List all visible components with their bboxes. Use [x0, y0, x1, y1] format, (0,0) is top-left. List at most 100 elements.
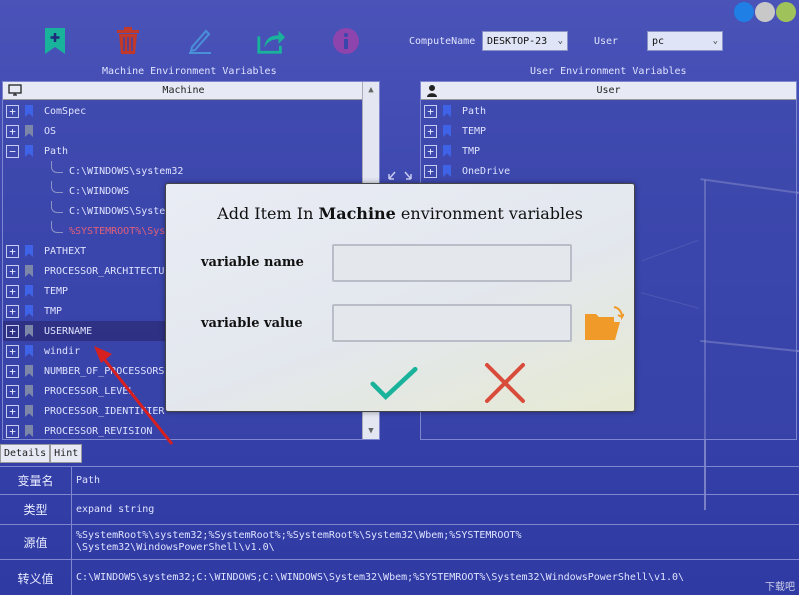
expand-icon[interactable]: + [6, 344, 19, 358]
tree-row-comspec[interactable]: + ComSpec [3, 101, 379, 121]
export-icon[interactable] [256, 26, 286, 56]
tree-row-label: USERNAME [44, 325, 93, 337]
detail-value[interactable]: C:\WINDOWS\system32;C:\WINDOWS;C:\WINDOW… [72, 560, 799, 595]
tree-connector [51, 181, 63, 193]
dialog-title: Add Item In Machine environment variable… [166, 204, 634, 223]
tab-details[interactable]: Details [0, 444, 51, 463]
details-tabs: Details Hint [0, 444, 83, 463]
expand-icon[interactable]: + [6, 424, 19, 438]
detail-row: 变量名 Path [0, 467, 799, 495]
delete-icon[interactable] [113, 26, 143, 56]
detail-key: 源值 [0, 525, 72, 559]
dialog-title-scope: Machine [318, 204, 396, 223]
detail-key: 类型 [0, 495, 72, 524]
tree-row-label: TEMP [44, 285, 69, 297]
add-bookmark-icon[interactable] [40, 26, 70, 56]
tree-row-path[interactable]: + Path [421, 101, 796, 121]
tree-row-path[interactable]: − Path [3, 141, 379, 161]
user-header-label: User [596, 85, 621, 96]
tree-row-label: Path [44, 145, 69, 157]
expand-icon[interactable]: + [424, 104, 437, 118]
watermark-logo: 下载吧 [765, 582, 795, 593]
expand-icon[interactable]: + [424, 164, 437, 178]
cancel-button[interactable] [481, 361, 529, 405]
expand-icon[interactable]: + [6, 304, 19, 318]
collapse-icon[interactable]: − [6, 144, 19, 158]
detail-key: 转义值 [0, 560, 72, 595]
bookmark-icon [25, 425, 33, 437]
scroll-down-icon[interactable]: ▼ [363, 423, 379, 439]
user-value: pc [652, 35, 665, 47]
tree-row-os[interactable]: + OS [3, 121, 379, 141]
path-entry-label: %SYSTEMROOT%\Sys [69, 225, 166, 237]
dialog-title-prefix: Add Item In [217, 204, 319, 223]
add-item-dialog: Add Item In Machine environment variable… [165, 183, 635, 412]
expand-icon[interactable]: + [6, 404, 19, 418]
expand-icon[interactable]: + [6, 284, 19, 298]
details-table: 变量名 Path 类型 expand string 源值 %SystemRoot… [0, 466, 799, 595]
expand-icon[interactable]: + [6, 264, 19, 278]
expand-icon[interactable]: + [424, 124, 437, 138]
bookmark-icon [25, 345, 33, 357]
detail-value[interactable]: expand string [72, 495, 799, 524]
machine-header-label: Machine [162, 85, 205, 96]
tree-connector [51, 201, 63, 213]
tree-row-tmp[interactable]: + TMP [421, 141, 796, 161]
user-section-title: User Environment Variables [530, 66, 687, 77]
path-entry[interactable]: C:\WINDOWS\system32 [3, 161, 379, 181]
expand-icon[interactable]: + [424, 144, 437, 158]
bookmark-icon [25, 325, 33, 337]
tab-hint[interactable]: Hint [50, 444, 83, 463]
bookmark-icon [443, 165, 451, 177]
tree-row-temp[interactable]: + TEMP [421, 121, 796, 141]
tree-row-label: Path [462, 105, 487, 117]
folder-open-icon[interactable] [584, 304, 625, 342]
compute-name-select[interactable]: DESKTOP-23 ⌄ [482, 31, 568, 51]
tree-row-processor-revision[interactable]: + PROCESSOR_REVISION [3, 421, 379, 439]
chevron-down-icon: ⌄ [712, 36, 718, 46]
tree-row-label: PROCESSOR_ARCHITECTU [44, 265, 165, 277]
path-entry-label: C:\WINDOWS\system32 [69, 165, 184, 177]
expand-icon[interactable]: + [6, 104, 19, 118]
user-column-header[interactable]: User [421, 82, 796, 100]
machine-column-header[interactable]: Machine [3, 82, 364, 100]
variable-value-input[interactable] [332, 304, 572, 342]
user-tree: + Path + TEMP + TMP + OneDrive [421, 100, 796, 181]
close-button[interactable] [776, 2, 796, 22]
tree-row-label: TEMP [462, 125, 487, 137]
detail-value[interactable]: %SystemRoot%\system32;%SystemRoot%;%Syst… [72, 525, 799, 559]
confirm-button[interactable] [370, 361, 418, 405]
user-select[interactable]: pc ⌄ [647, 31, 723, 51]
bookmark-icon [25, 365, 33, 377]
monitor-icon [8, 84, 22, 99]
dialog-title-suffix: environment variables [395, 204, 583, 223]
bookmark-icon [443, 145, 451, 157]
expand-icon[interactable]: + [6, 324, 19, 338]
detail-row: 类型 expand string [0, 495, 799, 525]
expand-icon[interactable]: + [6, 384, 19, 398]
bookmark-icon [25, 105, 33, 117]
tree-row-label: TMP [44, 305, 63, 317]
tree-row-onedrive[interactable]: + OneDrive [421, 161, 796, 181]
detail-value[interactable]: Path [72, 467, 799, 494]
user-label: User [594, 36, 619, 47]
variable-name-input[interactable] [332, 244, 572, 282]
expand-icon[interactable]: + [6, 244, 19, 258]
expand-icon[interactable]: + [6, 364, 19, 378]
compute-name-label: ComputeName [409, 36, 476, 47]
maximize-button[interactable] [755, 2, 775, 22]
bookmark-icon [25, 145, 33, 157]
info-icon[interactable] [331, 26, 361, 56]
minimize-button[interactable] [734, 2, 754, 22]
bookmark-icon [443, 105, 451, 117]
edit-icon[interactable] [185, 26, 215, 56]
bookmark-icon [25, 125, 33, 137]
path-entry-label: C:\WINDOWS\Syste [69, 205, 166, 217]
transfer-arrows-icon[interactable] [386, 168, 414, 182]
tree-row-label: OS [44, 125, 57, 137]
scroll-up-icon[interactable]: ▲ [363, 82, 379, 98]
bookmark-icon [25, 305, 33, 317]
path-entry-label: C:\WINDOWS [69, 185, 130, 197]
tree-connector [51, 221, 63, 233]
expand-icon[interactable]: + [6, 124, 19, 138]
